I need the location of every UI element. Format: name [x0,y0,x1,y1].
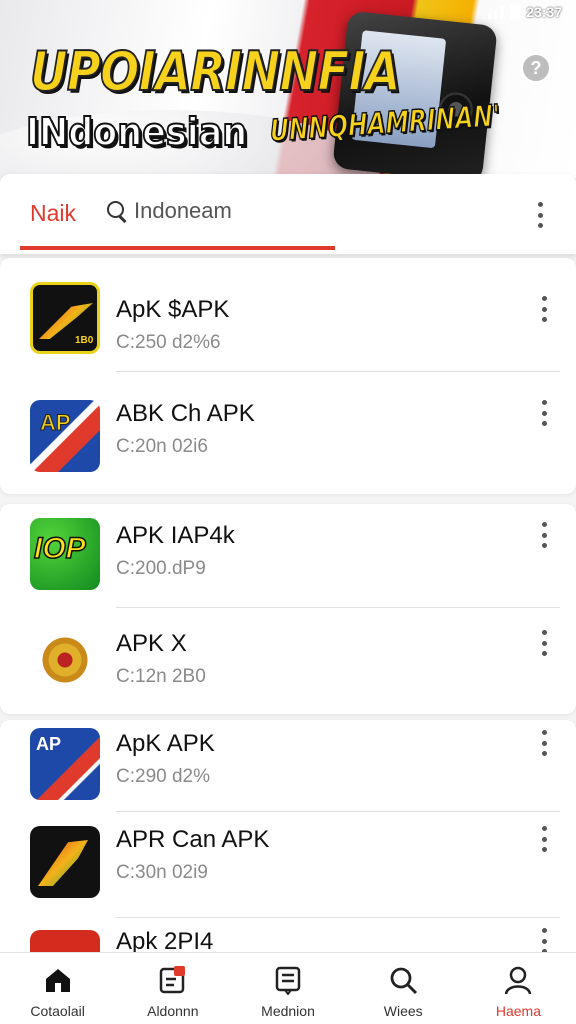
tab-active[interactable]: Naik [30,200,76,227]
nav-documents[interactable]: Mednion [230,953,345,1024]
search-text: Indoneam [134,198,232,223]
app-icon: 1B0 [30,282,100,354]
app-icon: AP [30,400,100,472]
nav-home[interactable]: Cotaolail [0,953,115,1024]
app-icon [30,826,100,898]
app-meta: C:30n 02i9 [116,862,208,883]
list-item[interactable]: APR Can APK C:30n 02i9 [0,814,576,918]
app-icon: IOP [30,518,100,590]
app-meta: C:12n 2B0 [116,666,206,687]
home-icon [45,969,70,992]
list-item[interactable]: AP ABK Ch APK C:20n 02i6 [0,376,576,480]
app-meta: C:20n 02i6 [116,436,208,457]
more-options-icon[interactable] [541,730,547,756]
tab-indicator [20,246,335,250]
app-meta: C:200.dP9 [116,558,206,579]
app-name: APK IAP4k [116,522,235,549]
app-name: ApK APK [116,730,215,757]
more-options-icon[interactable] [541,296,547,322]
more-options-icon[interactable] [541,928,547,952]
battery-icon [510,5,521,19]
nav-label: Cotaolail [30,1003,85,1019]
more-options-icon[interactable] [541,630,547,656]
search-icon [390,967,418,995]
search-field[interactable]: Indoneam [106,198,232,224]
bottom-nav: Cotaolail Aldonnn Mednion Wiees Haema [0,952,576,1024]
app-icon [30,930,100,952]
promo-banner: 23:37 UPOIARINNFIA INdonesian UNNQHAMRIN… [0,0,576,178]
tab-search-bar: Naik Indoneam [0,174,576,254]
status-bar: 23:37 [482,4,562,20]
nav-label: Haema [495,1003,541,1019]
app-name: APR Can APK [116,826,270,853]
nav-label: Mednion [261,1003,315,1019]
divider [116,811,560,812]
profile-icon [505,966,532,995]
list-item[interactable]: AP ApK APK C:290 d2% [0,720,576,824]
more-options-icon[interactable] [537,202,543,228]
nav-search[interactable]: Wiees [346,953,461,1024]
notification-icon [159,966,185,994]
nav-label: Wiees [383,1003,423,1019]
app-icon: AP [30,728,100,800]
document-icon [275,966,301,995]
nav-notifications[interactable]: Aldonnn [115,953,230,1024]
app-name: ApK $APK [116,296,230,323]
app-meta: C:290 d2% [116,766,211,787]
info-icon[interactable]: ? [520,52,552,84]
status-time: 23:37 [526,4,562,20]
search-icon [106,200,128,222]
divider [116,371,560,372]
list-item[interactable]: 1B0 ApK $APK C:250 d2%6 [0,268,576,372]
app-icon [30,626,100,698]
signal-icon [482,5,505,19]
banner-subtitle: INdonesian [25,109,248,155]
more-options-icon[interactable] [541,400,547,426]
nav-profile[interactable]: Haema [461,953,576,1024]
list-item[interactable]: APK X C:12n 2B0 [0,608,576,712]
app-meta: C:250 d2%6 [116,332,221,353]
app-list-group-2: IOP APK IAP4k C:200.dP9 APK X C:12n 2B0 [0,504,576,714]
app-name: APK X [116,630,187,657]
more-options-icon[interactable] [541,522,547,548]
app-list-group-1: 1B0 ApK $APK C:250 d2%6 AP ABK Ch APK C:… [0,258,576,494]
app-name: ABK Ch APK [116,400,255,427]
list-item[interactable]: Apk 2PI4 [0,918,576,952]
more-options-icon[interactable] [541,826,547,852]
app-name: Apk 2PI4 [116,928,214,952]
app-list-group-3: AP ApK APK C:290 d2% APR Can APK C:30n 0… [0,720,576,952]
banner-title: UPOIARINNFIA [29,39,401,104]
list-item[interactable]: IOP APK IAP4k C:200.dP9 [0,504,576,608]
nav-label: Aldonnn [147,1003,199,1019]
